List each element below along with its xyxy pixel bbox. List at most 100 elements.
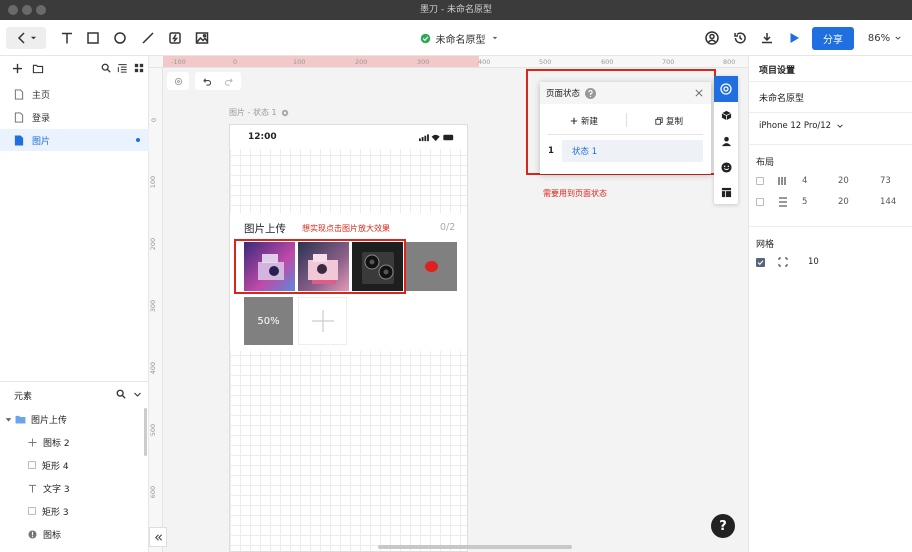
- help-icon[interactable]: [585, 87, 597, 99]
- download-button[interactable]: [758, 27, 776, 49]
- element-item-rect3[interactable]: 矩形 3: [0, 500, 148, 522]
- copy-state-button[interactable]: 复制: [655, 115, 683, 127]
- text-tool-icon: [62, 32, 72, 44]
- maximize-window-button[interactable]: [36, 5, 46, 15]
- state-row-1[interactable]: 状态 1: [562, 140, 703, 162]
- frame-label-text: 图片 - 状态 1: [229, 108, 277, 117]
- elements-title: 元素: [14, 392, 33, 402]
- element-item-label: 图标: [43, 530, 62, 541]
- element-item-icon[interactable]: 图标: [0, 523, 148, 545]
- tab-user[interactable]: [714, 128, 738, 154]
- element-item-icon2[interactable]: 图标 2: [0, 431, 148, 453]
- element-item-upload-group[interactable]: 图片上传: [0, 408, 148, 430]
- page-icon: [14, 88, 24, 100]
- layout-rows-row: 5 20 144: [756, 195, 906, 209]
- undo-icon[interactable]: [202, 77, 211, 86]
- phone-frame[interactable]: 12:00 图片上传 想实现点击图片放大效果 0/2 50%: [229, 124, 468, 552]
- divider: [749, 112, 912, 113]
- upload-title: 图片上传: [244, 223, 286, 235]
- gear-icon[interactable]: [281, 109, 289, 117]
- sort-icon[interactable]: [117, 63, 128, 73]
- component-tool-button[interactable]: [166, 27, 184, 49]
- layout-rows-height[interactable]: 144: [880, 197, 896, 207]
- collapse-panel-button[interactable]: [149, 527, 167, 547]
- user-button[interactable]: [703, 27, 721, 49]
- page-item-login[interactable]: 登录: [0, 106, 149, 128]
- grid-icon: [778, 257, 788, 267]
- error-indicator-icon: [425, 261, 438, 272]
- chevron-down-icon[interactable]: [133, 390, 142, 399]
- grid-checkbox[interactable]: [756, 257, 765, 267]
- element-item-text3[interactable]: 文字 3: [0, 477, 148, 499]
- upload-progress-label: 50%: [257, 315, 280, 327]
- divider: [749, 144, 912, 145]
- history-button[interactable]: [731, 27, 749, 49]
- history-icon: [734, 32, 746, 44]
- element-item-rect4[interactable]: 矩形 4: [0, 454, 148, 476]
- tab-page-state[interactable]: [714, 76, 738, 102]
- add-folder-icon[interactable]: [32, 63, 44, 74]
- upload-count: 0/2: [440, 222, 456, 233]
- help-button[interactable]: ?: [711, 514, 735, 538]
- target-icon: [174, 77, 182, 85]
- share-button[interactable]: 分享: [812, 27, 854, 50]
- grid-size-value[interactable]: 10: [808, 257, 819, 267]
- ruler-label: 0: [150, 117, 159, 123]
- text-tool-button[interactable]: [58, 27, 76, 49]
- new-state-button[interactable]: 新建: [570, 115, 598, 127]
- lightning-icon: [169, 32, 181, 44]
- ellipse-tool-button[interactable]: [111, 27, 129, 49]
- divider: [548, 134, 703, 135]
- smiley-icon: [720, 161, 732, 173]
- zoom-dropdown[interactable]: 86%: [864, 27, 906, 49]
- tab-emoji[interactable]: [714, 154, 738, 180]
- layout-columns-checkbox[interactable]: [756, 177, 764, 185]
- preview-button[interactable]: [785, 27, 803, 49]
- line-tool-button[interactable]: [139, 27, 157, 49]
- tab-components[interactable]: [714, 102, 738, 128]
- layout-columns-width[interactable]: 73: [880, 176, 891, 186]
- rectangle-tool-button[interactable]: [84, 27, 102, 49]
- element-item-label: 图片上传: [31, 415, 68, 426]
- caret-down-icon: [5, 417, 12, 422]
- project-name-field[interactable]: 未命名原型: [759, 91, 804, 104]
- chevron-down-icon: [30, 36, 36, 40]
- close-icon[interactable]: [695, 89, 703, 97]
- ruler-label: 400: [149, 361, 158, 375]
- search-icon[interactable]: [101, 63, 111, 73]
- plus-icon: [28, 437, 37, 447]
- image-tool-button[interactable]: [193, 27, 211, 49]
- redo-icon[interactable]: [225, 77, 234, 86]
- layout-rows-count[interactable]: 5: [802, 197, 807, 207]
- rectangle-icon: [87, 32, 99, 44]
- layout-columns-count[interactable]: 4: [802, 176, 807, 186]
- frame-label[interactable]: 图片 - 状态 1: [229, 107, 289, 118]
- layout-columns-gutter[interactable]: 20: [838, 176, 849, 186]
- page-item-home[interactable]: 主页: [0, 83, 149, 105]
- tab-layout[interactable]: [714, 180, 738, 204]
- add-image-button[interactable]: [298, 297, 347, 345]
- upload-error-tile[interactable]: [406, 242, 457, 291]
- back-button[interactable]: [6, 27, 46, 49]
- chevron-down-icon: [895, 36, 901, 40]
- minimize-window-button[interactable]: [22, 5, 32, 15]
- target-button[interactable]: [167, 72, 189, 90]
- layout-rows-gutter[interactable]: 20: [838, 197, 849, 207]
- search-icon[interactable]: [116, 389, 126, 399]
- ruler-label: 300: [417, 58, 430, 66]
- device-select[interactable]: iPhone 12 Pro/12: [759, 121, 844, 131]
- close-window-button[interactable]: [8, 5, 18, 15]
- layout-rows-checkbox[interactable]: [756, 198, 764, 206]
- add-page-icon[interactable]: [12, 63, 23, 74]
- window-title: 墨刀 - 未命名原型: [420, 5, 492, 15]
- folder-icon: [15, 415, 26, 424]
- page-item-images[interactable]: 图片: [0, 129, 149, 151]
- horizontal-scrollbar[interactable]: [378, 545, 572, 549]
- plus-icon: [570, 117, 578, 125]
- user-icon: [721, 136, 731, 146]
- grid-view-icon[interactable]: [134, 63, 144, 73]
- project-name-dropdown[interactable]: 未命名原型: [414, 27, 504, 49]
- ruler-label: 200: [149, 237, 158, 251]
- elements-header: 元素: [0, 382, 148, 406]
- elements-scrollbar[interactable]: [144, 408, 147, 456]
